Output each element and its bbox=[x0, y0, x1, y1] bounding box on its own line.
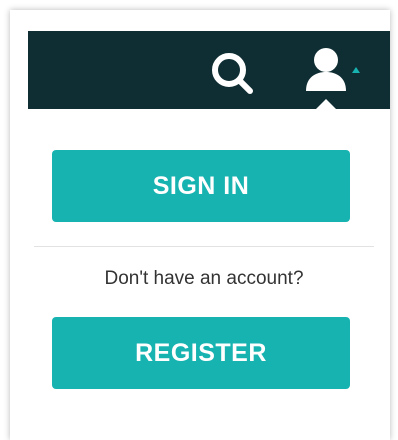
user-account-button[interactable] bbox=[296, 37, 380, 109]
header-bar bbox=[28, 31, 390, 111]
dropdown-pointer bbox=[314, 99, 338, 111]
sign-in-button[interactable]: SIGN IN bbox=[52, 150, 350, 222]
account-dropdown-panel: SIGN IN Don't have an account? REGISTER bbox=[10, 10, 390, 440]
divider bbox=[34, 246, 374, 247]
search-button[interactable] bbox=[208, 49, 256, 97]
caret-up-icon bbox=[352, 67, 360, 73]
register-button[interactable]: REGISTER bbox=[52, 317, 350, 389]
account-prompt-text: Don't have an account? bbox=[104, 268, 304, 289]
search-icon bbox=[212, 53, 253, 94]
user-icon bbox=[306, 48, 346, 91]
